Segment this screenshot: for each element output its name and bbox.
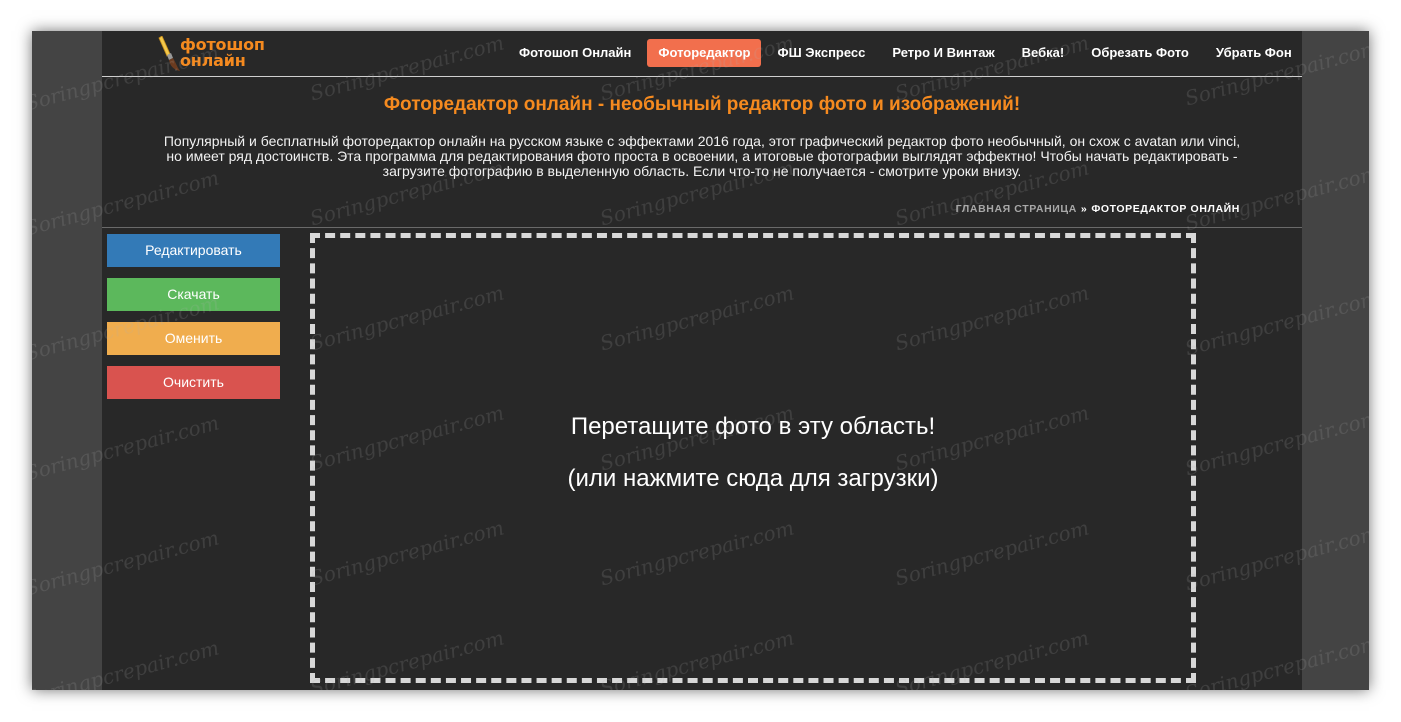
nav-webcam[interactable]: Вебка!: [1011, 39, 1076, 67]
breadcrumb-current: ФОТОРЕДАКТОР ОНЛАЙН: [1091, 203, 1240, 215]
nav-crop-photo[interactable]: Обрезать Фото: [1080, 39, 1200, 67]
undo-button[interactable]: Оменить: [107, 322, 280, 355]
breadcrumb-home[interactable]: ГЛАВНАЯ СТРАНИЦА: [956, 203, 1077, 215]
brush-icon: [158, 36, 180, 71]
edit-button[interactable]: Редактировать: [107, 234, 280, 267]
divider: [102, 227, 1302, 228]
drop-zone-heading: Перетащите фото в эту область!: [570, 413, 936, 440]
clear-button[interactable]: Очистить: [107, 366, 280, 399]
logo-line2: онлайн: [180, 51, 246, 70]
photo-drop-zone[interactable]: Перетащите фото в эту область! (или нажм…: [310, 233, 1196, 683]
nav-remove-background[interactable]: Убрать Фон: [1205, 39, 1303, 67]
logo-text: фотошоп онлайн: [180, 37, 265, 69]
breadcrumb: ГЛАВНАЯ СТРАНИЦА» ФОТОРЕДАКТОР ОНЛАЙН: [956, 203, 1240, 215]
download-button[interactable]: Скачать: [107, 278, 280, 311]
nav-retro-vintage[interactable]: Ретро И Винтаж: [881, 39, 1005, 67]
nav-photoshop-online[interactable]: Фотошоп Онлайн: [508, 39, 642, 67]
drop-zone-hint: (или нажмите сюда для загрузки): [567, 465, 939, 492]
page-title: Фоторедактор онлайн - необычный редактор…: [383, 94, 1021, 115]
nav-ps-express[interactable]: ФШ Экспресс: [766, 39, 876, 67]
nav-photo-editor[interactable]: Фоторедактор: [647, 39, 762, 67]
site-logo[interactable]: фотошоп онлайн: [155, 36, 265, 72]
page-container: фотошоп онлайн Фотошоп Онлайн Фоторедакт…: [102, 31, 1302, 690]
page-intro: Популярный и бесплатный фоторедактор онл…: [163, 133, 1241, 179]
browser-viewport: фотошоп онлайн Фотошоп Онлайн Фоторедакт…: [32, 31, 1369, 690]
main-nav: Фотошоп Онлайн Фоторедактор ФШ Экспресс …: [508, 39, 1308, 67]
header: фотошоп онлайн Фотошоп Онлайн Фоторедакт…: [102, 31, 1302, 77]
breadcrumb-separator: »: [1080, 203, 1088, 215]
